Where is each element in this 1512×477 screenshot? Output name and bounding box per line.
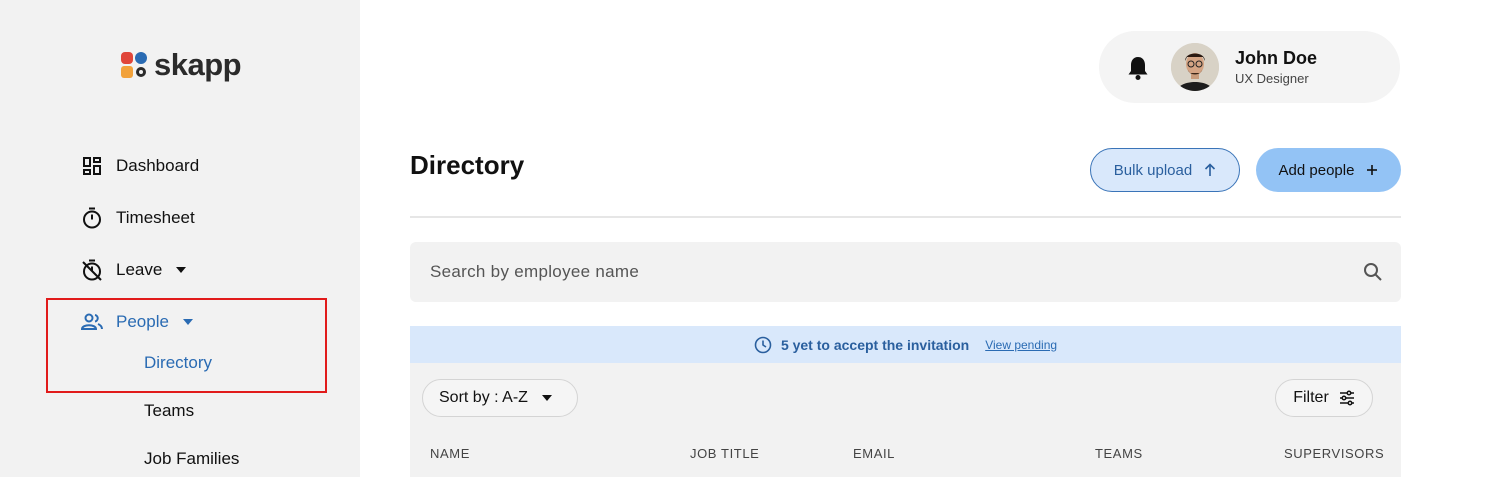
sidebar-item-dashboard[interactable]: Dashboard	[81, 155, 199, 177]
sidebar: skapp Dashboard Timesheet Leave People D…	[0, 0, 360, 477]
arrow-up-icon	[1204, 163, 1216, 177]
search-input[interactable]	[430, 242, 1330, 302]
column-header-name[interactable]: NAME	[430, 446, 470, 461]
chevron-down-icon	[541, 395, 552, 401]
sidebar-item-label: Leave	[116, 260, 163, 279]
sidebar-subitem-job-families[interactable]: Job Families	[144, 449, 239, 469]
skapp-logo[interactable]: skapp	[120, 47, 242, 83]
banner-text: 5 yet to accept the invitation	[780, 336, 970, 353]
sidebar-item-timesheet[interactable]: Timesheet	[81, 207, 195, 229]
search-icon[interactable]	[1363, 262, 1383, 287]
bell-icon[interactable]	[1127, 55, 1149, 86]
chevron-down-icon	[176, 267, 187, 273]
column-header-teams[interactable]: TEAMS	[1095, 446, 1143, 461]
logo-mark-icon	[121, 52, 147, 78]
sidebar-item-leave[interactable]: Leave	[81, 259, 187, 281]
profile-role: UX Designer	[1235, 71, 1309, 86]
avatar[interactable]	[1171, 43, 1219, 91]
sort-dropdown[interactable]: Sort by : A-Z	[422, 379, 578, 417]
directory-table: Sort by : A-Z Filter NAME JOB TITLE EMAI…	[410, 363, 1401, 477]
sliders-icon	[1339, 390, 1355, 406]
plus-icon	[1366, 164, 1378, 176]
stopwatch-icon	[81, 207, 103, 229]
column-header-supervisors[interactable]: SUPERVISORS	[1284, 446, 1384, 461]
column-header-job-title[interactable]: JOB TITLE	[690, 446, 759, 461]
logo-text: skapp	[154, 47, 242, 82]
add-people-button[interactable]: Add people	[1256, 148, 1401, 192]
header-divider	[410, 216, 1401, 218]
profile-card[interactable]: John Doe UX Designer	[1099, 31, 1400, 103]
sidebar-item-label: Dashboard	[116, 156, 200, 175]
sidebar-item-label: Timesheet	[116, 208, 195, 227]
search-bar	[410, 242, 1401, 302]
bulk-upload-button[interactable]: Bulk upload	[1090, 148, 1240, 192]
add-people-label: Add people	[1278, 161, 1355, 179]
filter-label: Filter	[1293, 389, 1329, 406]
leave-timer-icon	[81, 259, 103, 281]
profile-name: John Doe	[1235, 48, 1318, 68]
pending-invitation-banner: 5 yet to accept the invitation View pend…	[410, 326, 1401, 363]
clock-icon	[754, 336, 772, 354]
dashboard-icon	[81, 155, 103, 177]
filter-button[interactable]: Filter	[1275, 379, 1373, 417]
page-title: Directory	[410, 150, 525, 180]
sidebar-subitem-teams[interactable]: Teams	[144, 401, 194, 421]
view-pending-link[interactable]: View pending	[985, 338, 1057, 352]
bulk-upload-label: Bulk upload	[1113, 161, 1193, 179]
column-header-email[interactable]: EMAIL	[853, 446, 895, 461]
sort-label: Sort by : A-Z	[439, 389, 528, 406]
highlight-box	[46, 298, 327, 393]
